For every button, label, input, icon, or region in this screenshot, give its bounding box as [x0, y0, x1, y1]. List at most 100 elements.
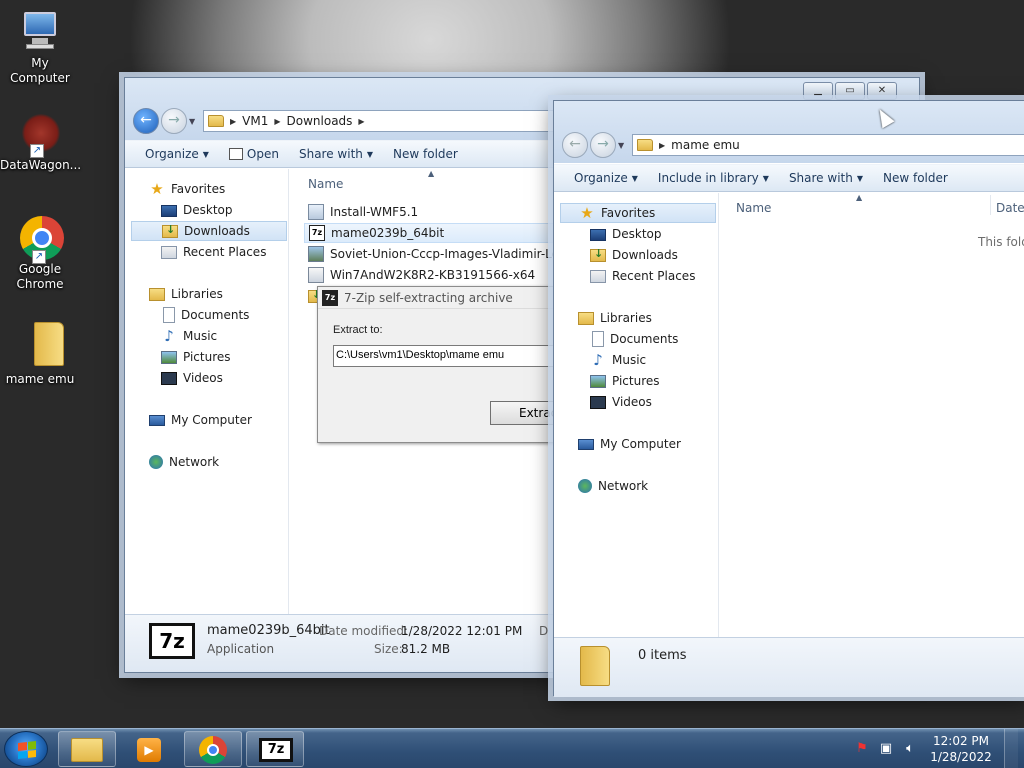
desktop-icon-my-computer[interactable]: My Computer	[0, 10, 80, 86]
nav-label: Recent Places	[183, 245, 267, 259]
chevron-right-icon[interactable]: ▶	[230, 117, 236, 126]
nav-libraries[interactable]: Libraries	[578, 308, 652, 328]
sevenzip-dialog[interactable]: 7z 7-Zip self-extracting archive Extract…	[317, 286, 577, 443]
nav-label: Downloads	[612, 248, 678, 262]
back-button[interactable]: ←	[133, 108, 159, 134]
details-size-label: Size:	[374, 642, 403, 656]
nav-recent-places[interactable]: Recent Places	[590, 266, 695, 286]
sort-indicator-icon: ▲	[856, 193, 863, 202]
libraries-icon	[578, 311, 594, 325]
pictures-icon	[590, 374, 606, 388]
minimize-button[interactable]: ▁	[803, 82, 833, 100]
file-row[interactable]: Soviet-Union-Cccp-Images-Vladimir-Len...	[308, 244, 554, 264]
column-header-name[interactable]: Name	[736, 201, 771, 215]
folder-icon	[637, 139, 653, 151]
nav-network[interactable]: Network	[149, 452, 219, 472]
taskbar-media-player[interactable]: ▶	[120, 731, 178, 767]
dialog-titlebar[interactable]: 7z 7-Zip self-extracting archive	[318, 287, 576, 309]
nav-videos[interactable]: Videos	[590, 392, 652, 412]
back-button[interactable]: ←	[562, 132, 588, 158]
nav-favorites[interactable]: ★ Favorites	[560, 203, 716, 223]
desktop-icon-mame-emu[interactable]: mame emu	[0, 318, 80, 387]
command-bar: Organize ▼ Include in library ▼ Share with…	[554, 164, 1024, 192]
network-icon[interactable]: ▣	[878, 741, 894, 757]
history-dropdown-icon[interactable]: ▼	[618, 141, 628, 150]
forward-button[interactable]: →	[161, 108, 187, 134]
nav-my-computer[interactable]: My Computer	[578, 434, 681, 454]
recent-places-icon	[590, 269, 606, 283]
new-folder-button[interactable]: New folder	[873, 171, 958, 185]
open-button[interactable]: Open	[219, 147, 289, 161]
documents-icon	[592, 331, 604, 347]
nav-downloads[interactable]: Downloads	[131, 221, 287, 241]
nav-label: Pictures	[612, 374, 660, 388]
column-header-name[interactable]: Name	[308, 177, 343, 191]
nav-network[interactable]: Network	[578, 476, 648, 496]
file-name: Soviet-Union-Cccp-Images-Vladimir-Len...	[330, 247, 554, 261]
taskbar-7zip[interactable]: 7z	[246, 731, 304, 767]
clock-time: 12:02 PM	[933, 734, 989, 748]
show-desktop-button[interactable]	[1004, 729, 1018, 768]
network-icon	[149, 455, 163, 469]
explorer-window-mame-emu[interactable]: ← → ▼ ▶ mame emu Organize ▼ Include in li…	[553, 100, 1024, 697]
breadcrumb-downloads[interactable]: Downloads	[287, 114, 353, 128]
organize-button[interactable]: Organize ▼	[135, 147, 219, 161]
forward-button[interactable]: →	[590, 132, 616, 158]
nav-label: My Computer	[171, 413, 252, 427]
file-row[interactable]: 7z mame0239b_64bit	[304, 223, 554, 243]
nav-music[interactable]: ♪ Music	[590, 350, 646, 370]
organize-button[interactable]: Organize ▼	[564, 171, 648, 185]
file-row[interactable]: Win7AndW2K8R2-KB3191566-x64	[308, 265, 535, 285]
include-in-library-button[interactable]: Include in library ▼	[648, 171, 779, 185]
breadcrumb-mame-emu[interactable]: mame emu	[671, 138, 740, 152]
nav-recent-places[interactable]: Recent Places	[161, 242, 266, 262]
media-player-icon: ▶	[137, 738, 161, 762]
file-row[interactable]: Install-WMF5.1	[308, 202, 418, 222]
nav-my-computer[interactable]: My Computer	[149, 410, 252, 430]
nav-libraries[interactable]: Libraries	[149, 284, 223, 304]
nav-label: Favorites	[171, 182, 226, 196]
chevron-down-icon: ▼	[202, 149, 209, 159]
chevron-right-icon[interactable]: ▶	[358, 117, 364, 126]
nav-label: Videos	[183, 371, 223, 385]
nav-downloads[interactable]: Downloads	[590, 245, 678, 265]
nav-pictures[interactable]: Pictures	[590, 371, 660, 391]
share-with-button[interactable]: Share with ▼	[779, 171, 873, 185]
start-button[interactable]	[4, 731, 48, 767]
clock[interactable]: 12:02 PM 1/28/2022	[926, 733, 996, 765]
history-dropdown-icon[interactable]: ▼	[189, 117, 199, 126]
open-icon	[228, 148, 243, 160]
details-extra: D	[539, 624, 549, 638]
chevron-right-icon[interactable]: ▶	[274, 117, 280, 126]
open-label: Open	[246, 147, 279, 161]
7zip-icon: 7z	[259, 738, 293, 762]
address-bar[interactable]: ▶ mame emu	[632, 134, 1024, 156]
nav-favorites[interactable]: ★ Favorites	[149, 179, 225, 199]
close-button[interactable]: ✕	[867, 82, 897, 100]
shortcut-arrow-icon: ↗	[30, 144, 44, 158]
datawagon-icon: ↗	[18, 112, 62, 158]
chevron-down-icon: ▼	[631, 173, 638, 183]
chevron-right-icon[interactable]: ▶	[659, 141, 665, 150]
extract-path-input[interactable]: C:\Users\vm1\Desktop\mame emu	[333, 345, 563, 367]
column-header-date[interactable]: Date	[996, 201, 1024, 215]
nav-documents[interactable]: Documents	[590, 329, 678, 349]
nav-pictures[interactable]: Pictures	[161, 347, 231, 367]
desktop-icon-datawagon[interactable]: ↗ DataWagon...	[0, 112, 81, 173]
nav-documents[interactable]: Documents	[161, 305, 249, 325]
breadcrumb-vm1[interactable]: VM1	[242, 114, 268, 128]
maximize-button[interactable]: ▭	[835, 82, 865, 100]
desktop-icon-chrome[interactable]: ↗ Google Chrome	[0, 216, 80, 292]
nav-label: Music	[183, 329, 218, 343]
action-center-flag-icon[interactable]: ⚑	[854, 741, 870, 757]
nav-videos[interactable]: Videos	[161, 368, 223, 388]
nav-music[interactable]: ♪ Music	[161, 326, 217, 346]
volume-icon[interactable]: 🔈︎	[902, 741, 918, 757]
nav-desktop[interactable]: Desktop	[590, 224, 662, 244]
nav-desktop[interactable]: Desktop	[161, 200, 233, 220]
share-with-button[interactable]: Share with ▼	[289, 147, 383, 161]
navigation-pane: ★ Favorites Desktop Downloads Recent Plac…	[554, 193, 719, 637]
new-folder-button[interactable]: New folder	[383, 147, 468, 161]
taskbar-explorer[interactable]	[58, 731, 116, 767]
taskbar-chrome[interactable]	[184, 731, 242, 767]
